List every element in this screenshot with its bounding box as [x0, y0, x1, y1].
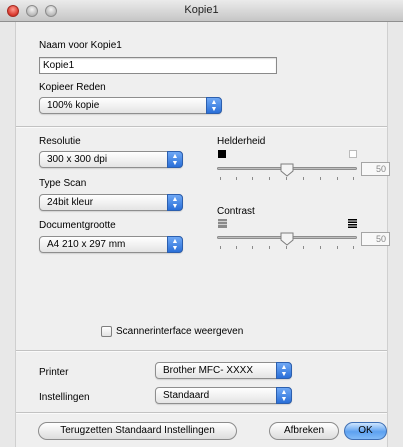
slider-tick — [220, 177, 221, 180]
reset-defaults-button[interactable]: Terugzetten Standaard Instellingen — [38, 422, 237, 440]
resolution-value: 300 x 300 dpi — [47, 154, 108, 165]
slider-tick — [286, 246, 287, 249]
slider-tick — [252, 177, 253, 180]
scanner-interface-label[interactable]: Scannerinterface weergeven — [116, 326, 243, 337]
resolution-popup[interactable]: 300 x 300 dpi ▲ ▼ — [39, 151, 183, 168]
slider-tick — [353, 177, 354, 180]
printer-label: Printer — [39, 367, 69, 378]
document-size-value: A4 210 x 297 mm — [47, 239, 126, 250]
reason-popup[interactable]: 100% kopie ▲ ▼ — [39, 97, 222, 114]
low-contrast-icon — [218, 219, 227, 228]
reason-label: Kopieer Reden — [39, 82, 106, 93]
popup-arrows-icon: ▲ ▼ — [276, 362, 292, 379]
reason-value: 100% kopie — [47, 100, 100, 111]
separator — [16, 126, 387, 128]
scan-type-popup[interactable]: 24bit kleur ▲ ▼ — [39, 194, 183, 211]
scanner-interface-checkbox[interactable] — [101, 326, 112, 337]
settings-label: Instellingen — [39, 392, 90, 403]
name-field[interactable]: Kopie1 — [39, 57, 277, 74]
slider-tick — [337, 177, 338, 180]
contrast-slider-thumb[interactable] — [280, 232, 294, 246]
document-size-label: Documentgrootte — [39, 220, 116, 231]
high-contrast-icon — [348, 219, 357, 228]
slider-tick — [320, 246, 321, 249]
name-label: Naam voor Kopie1 — [39, 40, 122, 51]
contrast-value[interactable]: 50 — [361, 232, 390, 246]
settings-value: Standaard — [163, 390, 210, 401]
popup-arrows-icon: ▲ ▼ — [167, 151, 183, 168]
slider-tick — [320, 177, 321, 180]
dark-square-icon — [218, 150, 226, 158]
ok-button[interactable]: OK — [344, 422, 387, 440]
scan-type-label: Type Scan — [39, 178, 87, 189]
document-size-popup[interactable]: A4 210 x 297 mm ▲ ▼ — [39, 236, 183, 253]
popup-arrows-icon: ▲ ▼ — [167, 194, 183, 211]
resolution-label: Resolutie — [39, 136, 81, 147]
slider-tick — [286, 177, 287, 180]
slider-tick — [220, 246, 221, 249]
popup-arrows-icon: ▲ ▼ — [206, 97, 222, 114]
brightness-value[interactable]: 50 — [361, 162, 390, 176]
slider-tick — [303, 246, 304, 249]
slider-tick — [353, 246, 354, 249]
dialog-content: Naam voor Kopie1 Kopie1 Kopieer Reden 10… — [15, 22, 390, 447]
slider-tick — [236, 246, 237, 249]
printer-value: Brother MFC- XXXX — [163, 365, 254, 376]
slider-tick — [303, 177, 304, 180]
popup-arrows-icon: ▲ ▼ — [276, 387, 292, 404]
slider-tick — [269, 177, 270, 180]
light-square-icon — [349, 150, 357, 158]
separator — [16, 412, 387, 414]
slider-tick — [236, 177, 237, 180]
title-bar: Kopie1 — [0, 0, 403, 22]
contrast-label: Contrast — [217, 206, 255, 217]
cancel-button[interactable]: Afbreken — [269, 422, 339, 440]
slider-tick — [269, 246, 270, 249]
scan-type-value: 24bit kleur — [47, 197, 94, 208]
separator — [16, 350, 387, 352]
printer-popup[interactable]: Brother MFC- XXXX ▲ ▼ — [155, 362, 292, 379]
window-title: Kopie1 — [184, 4, 219, 16]
popup-arrows-icon: ▲ ▼ — [167, 236, 183, 253]
slider-tick — [337, 246, 338, 249]
settings-popup[interactable]: Standaard ▲ ▼ — [155, 387, 292, 404]
brightness-label: Helderheid — [217, 136, 266, 147]
brightness-slider-thumb[interactable] — [280, 163, 294, 177]
slider-tick — [252, 246, 253, 249]
